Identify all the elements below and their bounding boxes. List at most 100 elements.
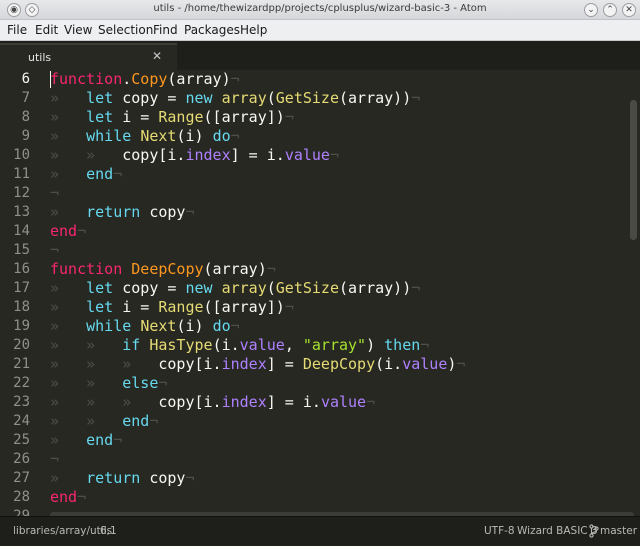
code-line[interactable]: function DeepCopy(array)¬: [50, 260, 276, 279]
line-number[interactable]: 19: [0, 317, 30, 336]
code-token: DeepCopy: [131, 260, 204, 278]
code-line[interactable]: ¬: [50, 241, 59, 260]
file-path[interactable]: libraries/array/utils: [13, 525, 112, 537]
line-number[interactable]: 28: [0, 488, 30, 507]
code-line[interactable]: » let copy = new array(GetSize(array))¬: [50, 279, 420, 298]
code-line[interactable]: » while Next(i) do¬: [50, 317, 240, 336]
menu-view[interactable]: View: [64, 23, 92, 37]
code-token: (i.: [375, 355, 403, 373]
eol-marker: ¬: [113, 165, 123, 183]
line-number[interactable]: 25: [0, 431, 30, 450]
code-line[interactable]: » let i = Range([array])¬: [50, 298, 294, 317]
tab-label: utils: [28, 51, 52, 64]
line-number[interactable]: 9: [0, 127, 30, 146]
code-token: value: [402, 355, 448, 373]
line-number[interactable]: 26: [0, 450, 30, 469]
code-token: copy[i.: [122, 146, 186, 164]
code-line[interactable]: » return copy¬: [50, 203, 195, 222]
code-token: return: [86, 469, 141, 487]
eol-marker: ¬: [230, 70, 240, 88]
code-line[interactable]: » let copy = new array(GetSize(array))¬: [50, 89, 420, 108]
code-line[interactable]: » » » copy[i.index] = i.value¬: [50, 393, 375, 412]
code-line[interactable]: » » » copy[i.index] = DeepCopy(i.value)¬: [50, 355, 465, 374]
menu-selection[interactable]: Selection: [98, 23, 153, 37]
line-number[interactable]: 24: [0, 412, 30, 431]
code-line[interactable]: » return copy¬: [50, 469, 195, 488]
tab-utils[interactable]: utils ✕: [0, 43, 177, 70]
indent-guide: »: [50, 431, 87, 449]
code-token: ([array]): [203, 108, 285, 126]
code-line[interactable]: » end¬: [50, 165, 122, 184]
code-token: function: [50, 70, 123, 88]
git-branch-icon: [589, 524, 599, 538]
line-number[interactable]: 16: [0, 260, 30, 279]
line-number[interactable]: 6: [0, 70, 30, 89]
code-token: ,: [284, 336, 303, 354]
code-line[interactable]: » let i = Range([array])¬: [50, 108, 294, 127]
code-line[interactable]: » » end¬: [50, 412, 158, 431]
line-number[interactable]: 29: [0, 507, 30, 516]
menu-packages[interactable]: Packages: [184, 23, 240, 37]
code-line[interactable]: function.Copy(array)¬: [50, 70, 240, 89]
code-token: function: [50, 260, 123, 278]
maximize-button[interactable]: ⌃: [603, 3, 617, 17]
code-line[interactable]: » » copy[i.index] = i.value¬: [50, 146, 339, 165]
line-number[interactable]: 17: [0, 279, 30, 298]
menu-edit[interactable]: Edit: [35, 23, 58, 37]
code-line[interactable]: end¬: [50, 222, 86, 241]
line-number[interactable]: 21: [0, 355, 30, 374]
line-number[interactable]: 14: [0, 222, 30, 241]
line-number[interactable]: 7: [0, 89, 30, 108]
code-token: GetSize: [275, 89, 339, 107]
code-line[interactable]: end¬: [50, 488, 86, 507]
grammar-selector[interactable]: Wizard BASIC 3: [517, 525, 598, 537]
code-line[interactable]: » end¬: [50, 431, 122, 450]
menu-file[interactable]: File: [7, 23, 27, 37]
code-token: (array)): [339, 279, 412, 297]
code-line[interactable]: ¬: [50, 184, 59, 203]
line-number[interactable]: 18: [0, 298, 30, 317]
line-number[interactable]: 11: [0, 165, 30, 184]
git-branch[interactable]: master: [600, 525, 637, 537]
close-window-button[interactable]: ✕: [622, 3, 636, 17]
close-tab-icon[interactable]: ✕: [152, 49, 162, 63]
line-number[interactable]: 23: [0, 393, 30, 412]
line-number[interactable]: 22: [0, 374, 30, 393]
line-number[interactable]: 8: [0, 108, 30, 127]
vertical-scrollbar[interactable]: [630, 100, 637, 240]
cursor-position[interactable]: 6,1: [100, 525, 117, 537]
code-line[interactable]: ¬: [50, 450, 59, 469]
code-token: let: [86, 279, 114, 297]
eol-marker: ¬: [456, 355, 466, 373]
code-token: end: [50, 488, 78, 506]
eol-marker: ¬: [230, 127, 240, 145]
code-token: else: [122, 374, 159, 392]
line-number[interactable]: 15: [0, 241, 30, 260]
line-number-gutter[interactable]: 6 7 8 9 10 11 12 13 14 15 16 17 18 19 20 21 22 23 24 25 26 27…: [0, 70, 46, 516]
menu-find[interactable]: Find: [153, 23, 178, 37]
code-area[interactable]: function.Copy(array)¬» let copy = new ar…: [50, 70, 630, 516]
code-line[interactable]: » while Next(i) do¬: [50, 127, 240, 146]
code-line[interactable]: » » if HasType(i.value, "array") then¬: [50, 336, 429, 355]
eol-marker: ¬: [185, 203, 195, 221]
code-token: GetSize: [275, 279, 339, 297]
eol-marker: ¬: [113, 431, 123, 449]
code-editor[interactable]: 6 7 8 9 10 11 12 13 14 15 16 17 18 19 20 21 22 23 24 25 26 27…: [0, 70, 640, 516]
menu-help[interactable]: Help: [240, 23, 267, 37]
line-number[interactable]: 13: [0, 203, 30, 222]
code-token: array: [221, 89, 267, 107]
line-number[interactable]: 12: [0, 184, 30, 203]
code-line[interactable]: » » else¬: [50, 374, 167, 393]
line-number[interactable]: 20: [0, 336, 30, 355]
indent-guide: »: [50, 127, 87, 145]
line-number[interactable]: 10: [0, 146, 30, 165]
code-token: end: [86, 165, 114, 183]
indent-guide: »: [50, 279, 87, 297]
code-token: index: [221, 355, 267, 373]
minimize-button[interactable]: ⌄: [584, 3, 598, 17]
status-bar: libraries/array/utils 6,1 UTF-8 Wizard B…: [0, 516, 640, 546]
line-number[interactable]: 27: [0, 469, 30, 488]
code-token: let: [86, 108, 114, 126]
code-token: (array): [167, 70, 231, 88]
file-encoding[interactable]: UTF-8: [484, 525, 515, 537]
